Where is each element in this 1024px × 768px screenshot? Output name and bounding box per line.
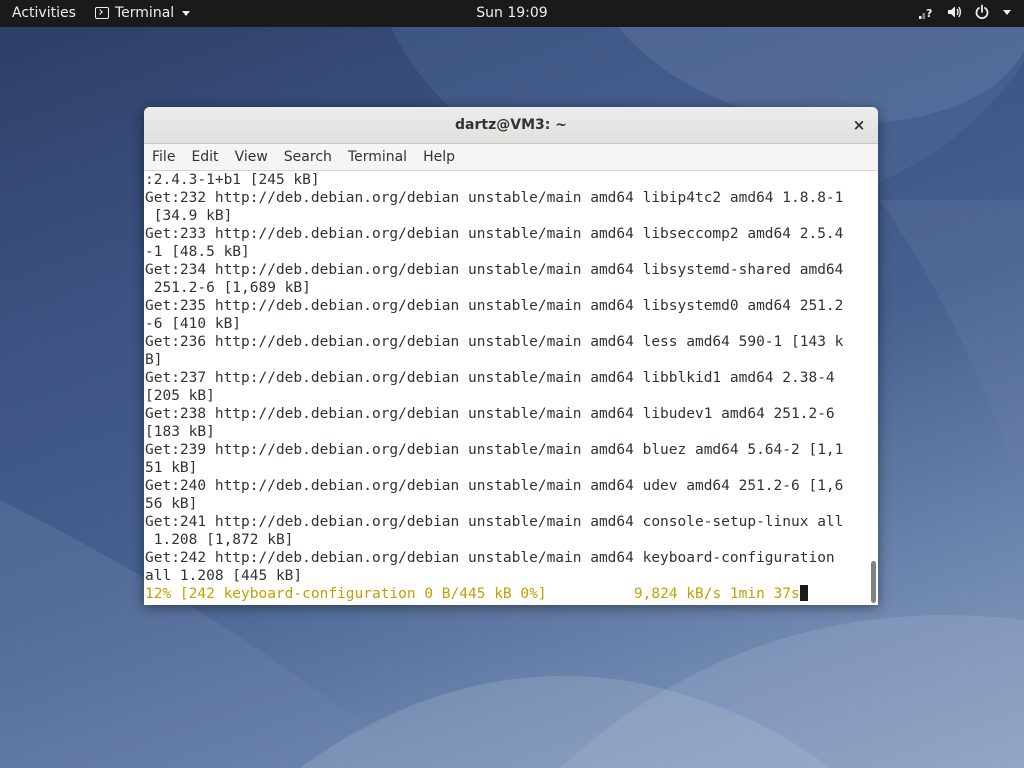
terminal-line: [205 kB] [145,388,215,404]
terminal-line: Get:237 http://deb.debian.org/debian uns… [145,370,835,386]
volume-icon [948,6,962,18]
terminal-line: Get:236 http://deb.debian.org/debian uns… [145,334,844,350]
network-question-icon: ? [919,7,932,20]
terminal-line: B] [145,352,163,368]
terminal-line: Get:240 http://deb.debian.org/debian uns… [145,478,844,494]
chevron-down-icon [1003,10,1011,15]
apt-progress-line: 12% [242 keyboard-configuration 0 B/445 … [145,585,868,603]
terminal-text: :2.4.3-1+b1 [245 kB] Get:232 http://deb.d… [144,171,868,603]
apt-progress-speed: 9,824 kB/s 1min 37s [633,586,800,602]
terminal-cursor [799,585,808,601]
terminal-line: Get:241 http://deb.debian.org/debian uns… [145,514,844,530]
caret-down-icon [182,10,191,16]
power-icon [975,4,989,19]
terminal-line: [183 kB] [145,424,215,440]
terminal-line: Get:234 http://deb.debian.org/debian uns… [145,262,844,278]
activities-button[interactable]: Activities [12,5,76,21]
status-menu[interactable]: ? [918,4,1012,20]
terminal-line: 51 kB] [145,460,198,476]
clock-button[interactable]: Sun 19:09 [476,5,547,21]
menu-help[interactable]: Help [415,144,463,171]
terminal-line: [34.9 kB] [145,208,233,224]
terminal-line: Get:242 http://deb.debian.org/debian uns… [145,550,835,566]
terminal-line: -6 [410 kB] [145,316,242,332]
top-panel: Activities Terminal Sun 19:09 ? [0,0,1024,27]
menubar: File Edit View Search Terminal Help [144,144,878,171]
menu-file[interactable]: File [144,144,183,171]
terminal-line: 251.2-6 [1,689 kB] [145,280,311,296]
terminal-icon [95,7,109,19]
terminal-line: 1.208 [1,872 kB] [145,532,294,548]
app-menu-label: Terminal [115,5,175,21]
terminal-line: Get:238 http://deb.debian.org/debian uns… [145,406,835,422]
close-icon[interactable]: × [850,116,868,134]
svg-text:?: ? [926,7,932,20]
menu-view[interactable]: View [227,144,276,171]
terminal-line: -1 [48.5 kB] [145,244,250,260]
window-title: dartz@VM3: ~ [455,117,567,133]
apt-progress-status: 12% [242 keyboard-configuration 0 B/445 … [145,586,547,602]
terminal-line: Get:235 http://deb.debian.org/debian uns… [145,298,844,314]
window-titlebar[interactable]: dartz@VM3: ~ × [144,107,878,144]
scrollbar-thumb[interactable] [871,561,876,603]
terminal-line: Get:233 http://deb.debian.org/debian uns… [145,226,844,242]
terminal-window: dartz@VM3: ~ × File Edit View Search Ter… [144,107,878,605]
app-menu-button[interactable]: Terminal [95,5,191,21]
terminal-line: all 1.208 [445 kB] [145,568,303,584]
menu-edit[interactable]: Edit [183,144,226,171]
terminal-line: :2.4.3-1+b1 [245 kB] [145,172,320,188]
terminal-output[interactable]: :2.4.3-1+b1 [245 kB] Get:232 http://deb.d… [144,171,868,605]
menu-search[interactable]: Search [276,144,340,171]
terminal-line: 56 kB] [145,496,198,512]
terminal-scrollbar[interactable] [868,171,878,605]
terminal-line: Get:239 http://deb.debian.org/debian uns… [145,442,844,458]
terminal-line: Get:232 http://deb.debian.org/debian uns… [145,190,844,206]
menu-terminal[interactable]: Terminal [340,144,415,171]
